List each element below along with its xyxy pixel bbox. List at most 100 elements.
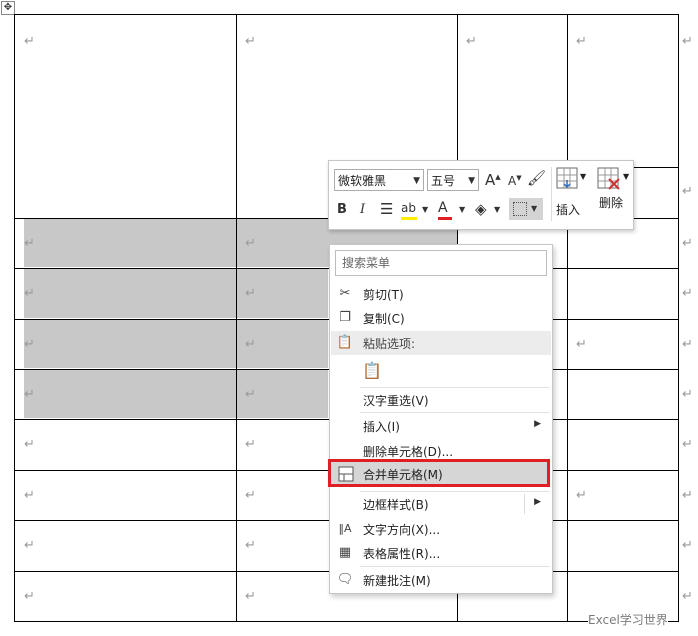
menu-item-label: 新建批注(M) <box>363 574 431 588</box>
paragraph-mark: ↵ <box>24 437 35 452</box>
split-divider <box>524 494 525 514</box>
menu-item-cut[interactable]: ✂ 剪切(T) <box>331 282 551 306</box>
menu-paste-options-header: 📋 粘贴选项: <box>331 331 551 355</box>
format-painter-icon[interactable]: 🖌 <box>527 169 546 187</box>
italic-button[interactable]: I <box>360 202 365 217</box>
center-align-icon[interactable]: ☰ <box>380 200 393 218</box>
borders-icon <box>513 202 527 216</box>
paragraph-mark: ↵ <box>245 538 256 553</box>
table-properties-icon: ▦ <box>338 545 352 560</box>
merge-cells-icon <box>338 466 354 482</box>
chevron-right-icon: ▶ <box>534 497 541 507</box>
font-name-dropdown[interactable]: 微软雅黑 ▼ <box>334 169 424 191</box>
selected-cell[interactable] <box>24 370 236 418</box>
menu-item-table-properties[interactable]: ▦ 表格属性(R)... <box>331 541 551 565</box>
menu-item-label: 边框样式(B) <box>363 498 429 512</box>
table-border <box>14 14 679 15</box>
paragraph-mark: ↵ <box>245 337 256 352</box>
selected-cell[interactable] <box>24 269 236 318</box>
menu-item-label: 粘贴选项: <box>363 337 416 351</box>
borders-button[interactable]: ▼ <box>509 198 543 220</box>
paragraph-mark: ↵ <box>24 337 35 352</box>
watermark-text: Excel学习世界 <box>588 611 668 628</box>
menu-item-text-direction[interactable]: ‖A 文字方向(X)... <box>331 517 551 541</box>
font-size-dropdown[interactable]: 五号 ▼ <box>427 169 479 191</box>
chevron-down-icon: ▼ <box>468 176 475 186</box>
clipboard-icon: 📋 <box>336 335 354 350</box>
font-color-button[interactable]: A <box>438 200 452 220</box>
bold-button[interactable]: B <box>337 202 347 217</box>
chevron-down-icon: ▼ <box>413 176 420 186</box>
menu-item-border-styles[interactable]: 边框样式(B) ▶ <box>331 492 551 516</box>
table-move-handle-icon[interactable]: ✥ <box>1 1 15 15</box>
table-border <box>14 14 15 622</box>
paragraph-mark: ↵ <box>466 34 477 49</box>
delete-table-button[interactable]: ▼ 删除 <box>597 167 631 225</box>
row-end-mark: ↵ <box>682 236 693 251</box>
paragraph-mark: ↵ <box>245 236 256 251</box>
menu-item-reconvert[interactable]: 汉字重选(V) <box>331 388 551 412</box>
chevron-down-icon: ▼ <box>580 172 587 181</box>
chevron-down-icon[interactable]: ▼ <box>422 205 428 214</box>
delete-table-icon <box>597 167 620 190</box>
text-direction-icon: ‖A <box>338 522 352 535</box>
paragraph-mark: ↵ <box>245 589 256 604</box>
selected-cell[interactable] <box>24 320 236 368</box>
context-menu: 搜索菜单 ✂ 剪切(T) ❐ 复制(C) 📋 粘贴选项: 📋 汉字重选(V) 插… <box>328 244 553 594</box>
toolbar-divider <box>551 167 552 221</box>
menu-item-insert[interactable]: 插入(I) ▶ <box>331 414 551 438</box>
paragraph-mark: ↵ <box>24 589 35 604</box>
table-border <box>236 14 237 622</box>
menu-item-new-comment[interactable]: 🗨 新建批注(M) <box>331 568 551 592</box>
paragraph-mark: ↵ <box>245 286 256 301</box>
row-end-mark: ↵ <box>682 34 693 49</box>
selected-cell[interactable] <box>24 219 236 267</box>
chevron-down-icon: ▼ <box>531 204 538 213</box>
paragraph-mark: ↵ <box>24 34 35 49</box>
chevron-down-icon[interactable]: ▼ <box>494 205 500 214</box>
paragraph-mark: ↵ <box>245 387 256 402</box>
font-color-icon: A <box>438 200 448 216</box>
paragraph-mark: ↵ <box>24 488 35 503</box>
chevron-down-icon: ▼ <box>623 172 630 181</box>
search-menu-input[interactable]: 搜索菜单 <box>335 250 547 276</box>
menu-item-label: 合并单元格(M) <box>363 468 443 482</box>
paragraph-mark: ↵ <box>576 34 587 49</box>
paragraph-mark: ↵ <box>245 34 256 49</box>
row-end-mark: ↵ <box>682 337 693 352</box>
menu-item-paste-keep-text[interactable]: 📋 <box>331 357 551 385</box>
menu-item-label: 汉字重选(V) <box>363 394 429 408</box>
chevron-right-icon: ▶ <box>534 419 541 429</box>
menu-item-copy[interactable]: ❐ 复制(C) <box>331 306 551 330</box>
menu-item-label: 复制(C) <box>363 312 405 326</box>
paragraph-mark: ↵ <box>576 337 587 352</box>
chevron-down-icon[interactable]: ▼ <box>459 205 465 214</box>
font-name-value: 微软雅黑 <box>338 174 387 188</box>
insert-table-button[interactable]: ▼ 插入 <box>556 167 590 225</box>
menu-item-label: 文字方向(X)... <box>363 523 441 537</box>
paragraph-mark: ↵ <box>576 488 587 503</box>
menu-item-label: 插入(I) <box>363 420 400 434</box>
insert-label: 插入 <box>556 203 581 217</box>
menu-separator <box>360 566 550 567</box>
row-end-mark: ↵ <box>682 437 693 452</box>
scissors-icon: ✂ <box>339 286 351 301</box>
row-end-mark: ↵ <box>682 589 693 604</box>
copy-icon: ❐ <box>339 310 351 325</box>
insert-rows-icon <box>556 167 578 189</box>
table-border <box>14 621 679 622</box>
menu-item-merge-cells[interactable]: 合并单元格(M) <box>328 459 550 487</box>
row-end-mark: ↵ <box>682 488 693 503</box>
row-end-mark: ↵ <box>682 184 693 199</box>
highlighter-icon: ab <box>401 201 416 215</box>
font-size-value: 五号 <box>431 174 456 188</box>
paragraph-mark: ↵ <box>24 387 35 402</box>
paragraph-mark: ↵ <box>245 437 256 452</box>
highlight-color-button[interactable]: ab <box>401 201 417 220</box>
grow-font-button[interactable]: A▲ <box>485 171 501 189</box>
menu-item-label: 表格属性(R)... <box>363 547 441 561</box>
shrink-font-button[interactable]: A▼ <box>508 174 522 188</box>
shading-bucket-icon[interactable]: ◈ <box>475 200 487 218</box>
menu-item-label: 删除单元格(D)... <box>363 445 454 459</box>
grow-font-icon: A <box>485 171 496 189</box>
